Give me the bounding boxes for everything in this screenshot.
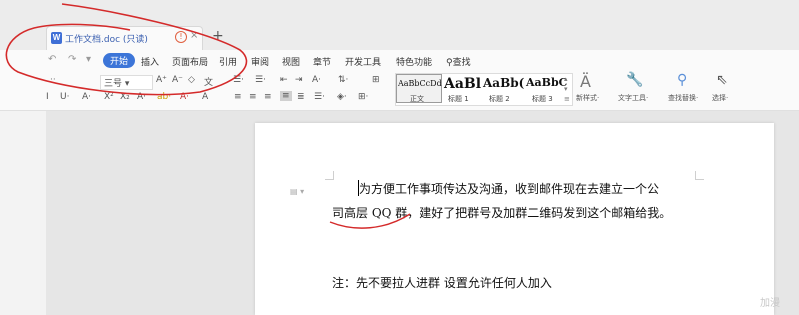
grow-font-button[interactable]: A⁺ — [156, 75, 167, 85]
styles-gallery: AaBbCcDd 正文 AaBl 标题 1 AaBb( 标题 2 AaBbC 标… — [395, 73, 573, 106]
new-style-label[interactable]: 新样式· — [576, 93, 599, 103]
style-heading3-label: 标题 3 — [532, 95, 553, 103]
tab-title: 工作文档.doc (只读) — [65, 35, 148, 45]
show-marks-button[interactable]: ⊞ — [372, 75, 380, 85]
close-tab-icon[interactable]: × — [190, 30, 198, 41]
find-replace-label[interactable]: 查找替换· — [668, 93, 698, 103]
style-heading2-sample[interactable]: AaBb( — [483, 76, 524, 90]
phonetic-icon[interactable]: 文 — [204, 75, 213, 88]
increase-indent-button[interactable]: ⇥ — [295, 75, 303, 85]
font-name-dropdown[interactable]: ·· — [50, 75, 56, 85]
highlight-button[interactable]: ab· — [157, 92, 171, 102]
align-right-button[interactable]: ≡ — [264, 92, 272, 102]
menu-developer-tools[interactable]: 开发工具 — [345, 55, 381, 68]
subscript-button[interactable]: X₂ — [120, 92, 130, 102]
strikethrough-button[interactable]: A· — [82, 92, 91, 102]
style-normal-sample[interactable]: AaBbCcDd — [398, 79, 442, 88]
menu-chapter[interactable]: 章节 — [313, 55, 331, 68]
margin-corner-top-right — [695, 171, 704, 180]
line-spacing-button[interactable]: ☰· — [314, 92, 325, 102]
menu-insert[interactable]: 插入 — [141, 55, 159, 68]
menu-references[interactable]: 引用 — [219, 55, 237, 68]
doc-note: 注：先不要拉人进群 设置允许任何人加入 — [332, 276, 552, 290]
style-normal-label: 正文 — [410, 95, 424, 103]
underline-button[interactable]: U· — [60, 92, 69, 102]
shading-button[interactable]: ◈· — [337, 92, 347, 102]
new-style-icon[interactable]: Ä — [580, 72, 591, 91]
sort-button[interactable]: ⇅· — [338, 75, 348, 85]
text-direction-button[interactable]: A· — [312, 75, 321, 85]
left-margin-strip — [0, 111, 46, 315]
menu-view[interactable]: 视图 — [282, 55, 300, 68]
margin-corner-top-left — [325, 171, 334, 180]
font-color-button[interactable]: A· — [180, 92, 189, 102]
superscript-button[interactable]: X² — [104, 92, 114, 102]
redo-icon[interactable]: ↷ — [68, 54, 76, 65]
align-left-button[interactable]: ≡ — [234, 92, 242, 102]
search-icon: ⚲ — [446, 58, 453, 68]
new-tab-button[interactable]: + — [212, 28, 224, 44]
justify-button[interactable]: ≡ — [280, 91, 292, 101]
menu-page-layout[interactable]: 页面布局 — [172, 55, 208, 68]
menu-bar: ↶ ↷ ▾ 开始 插入 页面布局 引用 审阅 视图 章节 开发工具 特色功能 ⚲… — [0, 50, 799, 72]
bullets-button[interactable]: ☰· — [233, 75, 244, 85]
menu-search[interactable]: ⚲查找 — [446, 55, 471, 68]
warning-icon[interactable]: ! — [175, 31, 187, 43]
menu-special-features[interactable]: 特色功能 — [396, 55, 432, 68]
word-doc-icon: W — [51, 32, 62, 44]
paragraph-handle-icon[interactable]: ▤ ▾ — [290, 187, 304, 196]
decrease-indent-button[interactable]: ⇤ — [280, 75, 288, 85]
font-size-value: 三号 — [104, 79, 123, 89]
wrench-icon[interactable]: 🔧 — [626, 72, 643, 88]
text-effect-button[interactable]: A· — [137, 92, 146, 102]
select-label[interactable]: 选择· — [712, 93, 728, 103]
doc-line-1: 为方便工作事项传达及沟通，收到邮件现在去建立一个公 — [359, 182, 660, 196]
quick-access-more-icon[interactable]: ▾ — [86, 54, 91, 65]
numbering-button[interactable]: ☰· — [255, 75, 266, 85]
style-heading1-sample[interactable]: AaBl — [444, 76, 481, 92]
style-heading3-sample[interactable]: AaBbC — [526, 76, 567, 89]
style-heading1-label: 标题 1 — [448, 95, 469, 103]
undo-icon[interactable]: ↶ — [48, 54, 56, 65]
menu-home[interactable]: 开始 — [103, 53, 136, 68]
font-size-dropdown[interactable]: 三号 ▾ — [100, 75, 153, 90]
select-cursor-icon[interactable]: ⇖ — [716, 72, 728, 88]
styles-scroll-icon[interactable]: ▴ ▾ ≡ — [564, 74, 570, 104]
find-replace-icon[interactable]: ⚲ — [677, 72, 687, 88]
style-heading2-label: 标题 2 — [489, 95, 510, 103]
shrink-font-button[interactable]: A⁻ — [172, 75, 183, 85]
borders-button[interactable]: ⊞· — [358, 92, 368, 102]
clear-format-icon[interactable]: ◇ — [188, 75, 195, 85]
text-tools-label[interactable]: 文字工具· — [618, 93, 648, 103]
document-tab[interactable]: W 工作文档.doc (只读) ! × — [46, 26, 203, 50]
char-shading-button[interactable]: A — [202, 92, 208, 102]
doc-line-2: 司高层 QQ 群，建好了把群号及加群二维码发到这个邮箱给我。 — [332, 206, 672, 220]
watermark-text: 加漫 — [760, 298, 780, 309]
menu-search-label: 查找 — [452, 58, 471, 68]
italic-button[interactable]: I — [46, 92, 49, 102]
align-center-button[interactable]: ≡ — [249, 92, 257, 102]
distributed-button[interactable]: ≣ — [297, 92, 305, 102]
menu-review[interactable]: 审阅 — [251, 55, 269, 68]
